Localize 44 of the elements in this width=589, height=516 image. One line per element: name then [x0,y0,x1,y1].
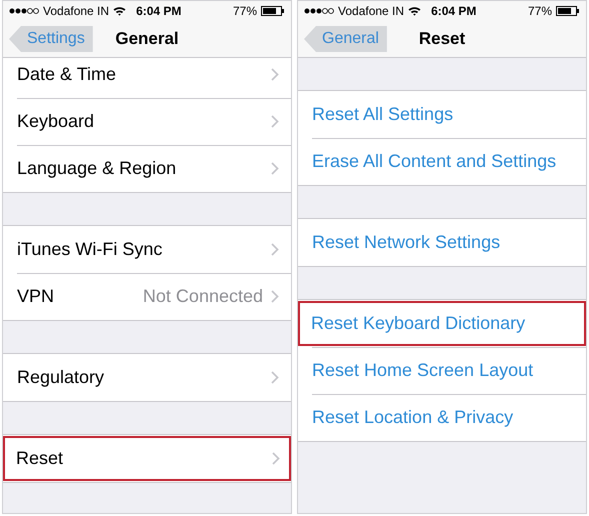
chevron-icon [271,162,279,175]
nav-title: General [115,29,179,49]
nav-title: Reset [418,29,466,49]
settings-row[interactable]: Reset [3,435,291,482]
row-label: VPN [17,286,56,307]
row-value: Not Connected [142,286,263,307]
status-time: 6:04 PM [136,4,182,18]
settings-row[interactable]: VPN Not Connected [3,273,291,320]
battery-percentage: 77% [232,4,257,18]
status-time: 6:04 PM [431,4,476,18]
back-button[interactable]: Settings [9,26,93,52]
reset-option[interactable]: Reset Location & Privacy [298,394,586,441]
settings-row[interactable]: iTunes Wi-Fi Sync [3,226,291,273]
chevron-icon [271,243,279,256]
signal-icon [9,8,39,14]
wifi-icon [113,6,126,16]
row-label: Date & Time [17,64,118,85]
battery-icon [261,6,285,16]
reset-option[interactable]: Reset Network Settings [298,219,586,266]
reset-option[interactable]: Reset Home Screen Layout [298,347,586,394]
signal-icon [304,8,334,14]
reset-option[interactable]: Reset All Settings [298,91,586,138]
settings-row[interactable]: Regulatory [3,354,291,401]
chevron-icon [271,115,279,128]
back-button[interactable]: General [304,26,387,52]
row-label: iTunes Wi-Fi Sync [17,239,164,260]
chevron-icon [271,290,279,303]
row-label: Reset [16,448,64,469]
battery-percentage: 77% [528,4,552,18]
chevron-icon [271,68,279,81]
carrier-name: Vodafone IN [43,4,110,18]
row-label: Regulatory [17,367,106,388]
reset-option[interactable]: Erase All Content and Settings [298,138,586,185]
row-label: Language & Region [17,158,178,179]
settings-row[interactable]: Language & Region [3,145,291,192]
settings-row[interactable]: Keyboard [3,98,291,145]
row-label: Keyboard [17,111,96,132]
wifi-icon [408,6,422,16]
settings-row[interactable]: Date & Time [3,58,291,98]
reset-option[interactable]: Reset Keyboard Dictionary [298,300,586,347]
chevron-icon [271,371,279,384]
chevron-icon [272,452,280,465]
carrier-name: Vodafone IN [338,4,404,18]
battery-icon [556,6,580,16]
